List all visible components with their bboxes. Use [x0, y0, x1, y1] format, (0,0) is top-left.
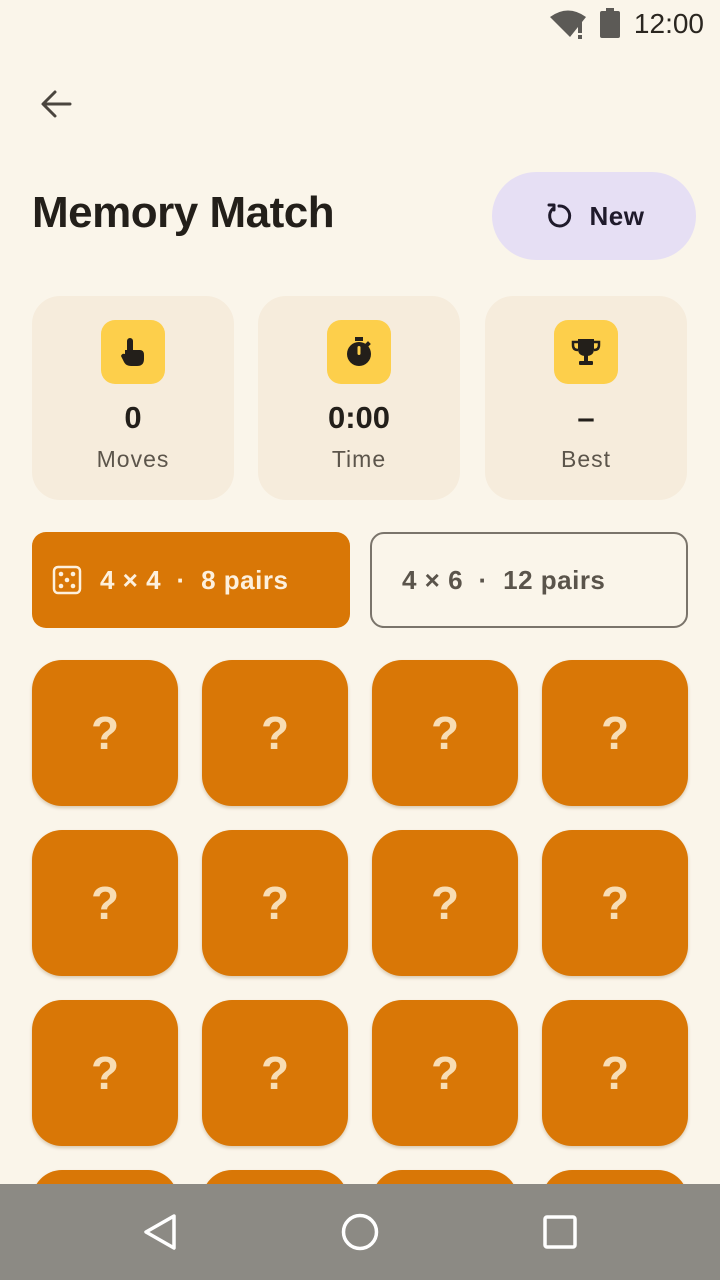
status-bar: 12:00 — [0, 0, 720, 48]
new-game-label: New — [589, 200, 645, 231]
memory-card[interactable]: ? — [32, 660, 178, 806]
memory-card[interactable]: ? — [372, 1000, 518, 1146]
nav-back-button[interactable] — [136, 1208, 184, 1256]
nav-home-button[interactable] — [336, 1208, 384, 1256]
memory-card[interactable]: ? — [542, 830, 688, 976]
battery-icon — [598, 8, 622, 45]
memory-card[interactable]: ? — [542, 1170, 688, 1184]
memory-card[interactable]: ? — [202, 660, 348, 806]
wifi-alert-icon — [548, 8, 588, 45]
moves-stat-card: 0 Moves — [32, 296, 234, 500]
card-face-hidden: ? — [600, 877, 630, 929]
memory-card[interactable]: ? — [202, 1000, 348, 1146]
time-stat-card: 0:00 Time — [258, 296, 460, 500]
touch-icon — [101, 320, 165, 384]
back-button[interactable] — [28, 80, 84, 128]
card-face-hidden: ? — [430, 707, 460, 759]
card-face-hidden: ? — [90, 877, 120, 929]
card-face-hidden: ? — [260, 877, 290, 929]
nav-recents-button[interactable] — [536, 1208, 584, 1256]
nav-recents-icon — [543, 1215, 577, 1249]
mode-4x6-label: 4 × 6 · 12 pairs — [402, 564, 606, 595]
moves-label: Moves — [96, 446, 170, 472]
stopwatch-icon — [327, 320, 391, 384]
status-time: 12:00 — [633, 8, 704, 39]
best-value: – — [577, 400, 595, 435]
card-face-hidden: ? — [430, 1047, 460, 1099]
card-face-hidden: ? — [90, 707, 120, 759]
card-face-hidden: ? — [260, 707, 290, 759]
card-face-hidden: ? — [430, 877, 460, 929]
card-face-hidden: ? — [260, 1047, 290, 1099]
memory-card[interactable]: ? — [372, 1170, 518, 1184]
time-label: Time — [331, 446, 387, 472]
memory-card[interactable]: ? — [202, 1170, 348, 1184]
memory-card[interactable]: ? — [372, 830, 518, 976]
arrow-left-icon — [41, 90, 72, 118]
card-face-hidden: ? — [90, 1047, 120, 1099]
trophy-icon — [554, 320, 618, 384]
memory-card[interactable]: ? — [542, 1000, 688, 1146]
refresh-icon — [547, 203, 571, 228]
memory-card[interactable]: ? — [32, 1000, 178, 1146]
system-nav-bar — [0, 1184, 720, 1280]
card-grid: ? ? ? ? ? ? ? ? ? ? ? ? ? ? ? ? — [0, 640, 720, 1184]
card-face-hidden: ? — [600, 1047, 630, 1099]
card-face-hidden: ? — [600, 707, 630, 759]
best-label: Best — [560, 446, 612, 472]
memory-card[interactable]: ? — [372, 660, 518, 806]
mode-4x4-button[interactable]: 4 × 4 · 8 pairs — [32, 532, 350, 628]
dice-icon — [52, 565, 82, 595]
best-stat-card: – Best — [485, 296, 687, 500]
new-game-button[interactable]: New — [492, 172, 696, 260]
page-title: Memory Match — [32, 188, 335, 237]
memory-card[interactable]: ? — [542, 660, 688, 806]
time-value: 0:00 — [327, 400, 391, 435]
moves-value: 0 — [124, 400, 142, 435]
nav-back-icon — [144, 1214, 176, 1250]
mode-4x4-label: 4 × 4 · 8 pairs — [100, 564, 289, 595]
memory-card[interactable]: ? — [32, 1170, 178, 1184]
mode-4x6-button[interactable]: 4 × 6 · 12 pairs — [370, 532, 688, 628]
memory-card[interactable]: ? — [32, 830, 178, 976]
nav-home-icon — [341, 1213, 379, 1251]
memory-card[interactable]: ? — [202, 830, 348, 976]
